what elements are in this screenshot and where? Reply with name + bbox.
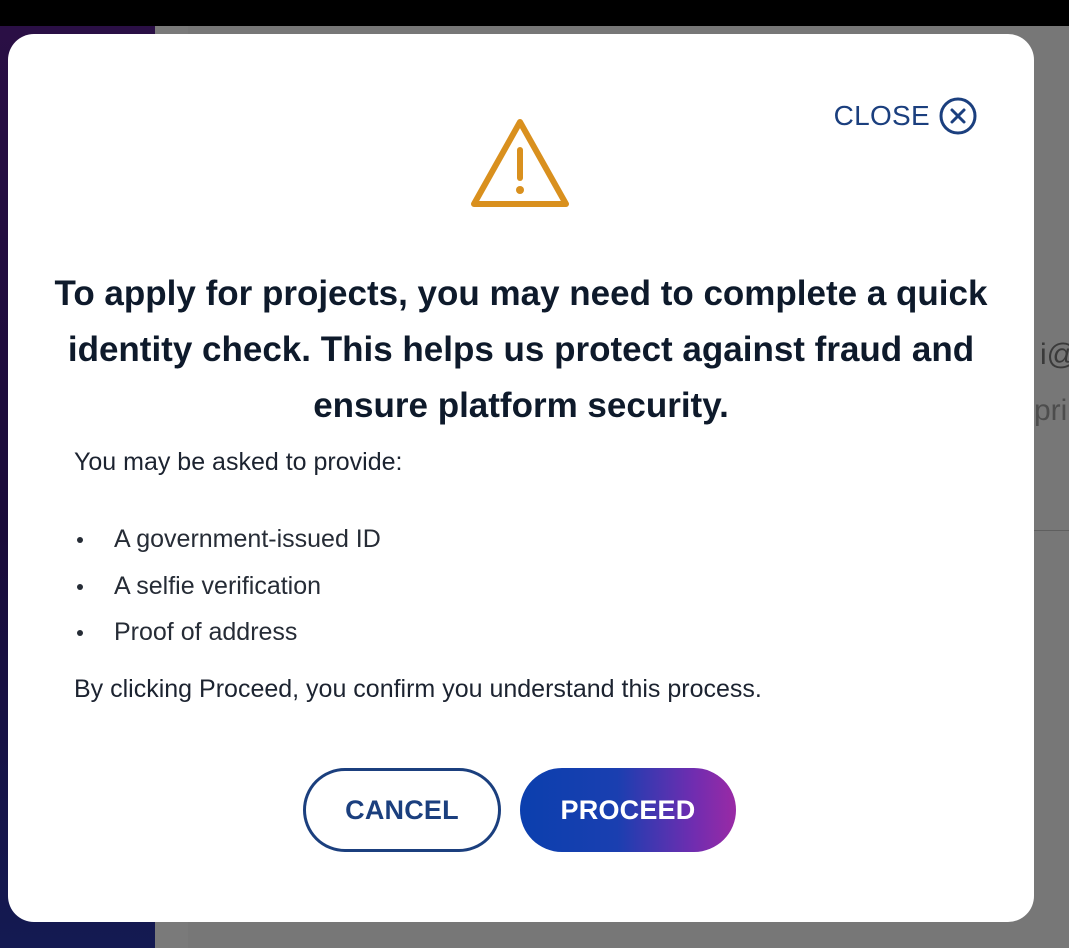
list-item-label: Proof of address (114, 618, 298, 646)
requirements-list: A government-issued ID A selfie verifica… (74, 516, 381, 656)
modal-headline: To apply for projects, you may need to c… (54, 274, 988, 425)
close-circle-icon (939, 97, 977, 135)
bullet-icon (77, 630, 83, 636)
list-item: A government-issued ID (74, 516, 381, 563)
list-item: A selfie verification (74, 563, 381, 610)
list-item: Proof of address (74, 609, 381, 656)
list-item-label: A government-issued ID (114, 525, 381, 553)
screen: i@ pri CLOSE To apply for projects, you … (0, 0, 1069, 948)
background-partial-text: i@ (1040, 338, 1069, 371)
cancel-button[interactable]: CANCEL (303, 768, 501, 852)
list-item-label: A selfie verification (114, 571, 322, 600)
proceed-button[interactable]: PROCEED (520, 768, 736, 852)
warning-triangle-icon (471, 119, 569, 207)
bullet-icon (77, 583, 83, 590)
background-partial-text: pri (1034, 394, 1068, 427)
close-button-label: CLOSE (833, 100, 930, 131)
identity-check-modal: CLOSE To apply for projects, you may nee… (8, 34, 1034, 922)
confirmation-text: By clicking Proceed, you confirm you und… (74, 675, 762, 703)
close-button[interactable]: CLOSE (834, 96, 978, 136)
bullet-icon (77, 537, 83, 543)
requirements-intro: You may be asked to provide: (74, 448, 403, 476)
background-divider (1034, 530, 1069, 531)
